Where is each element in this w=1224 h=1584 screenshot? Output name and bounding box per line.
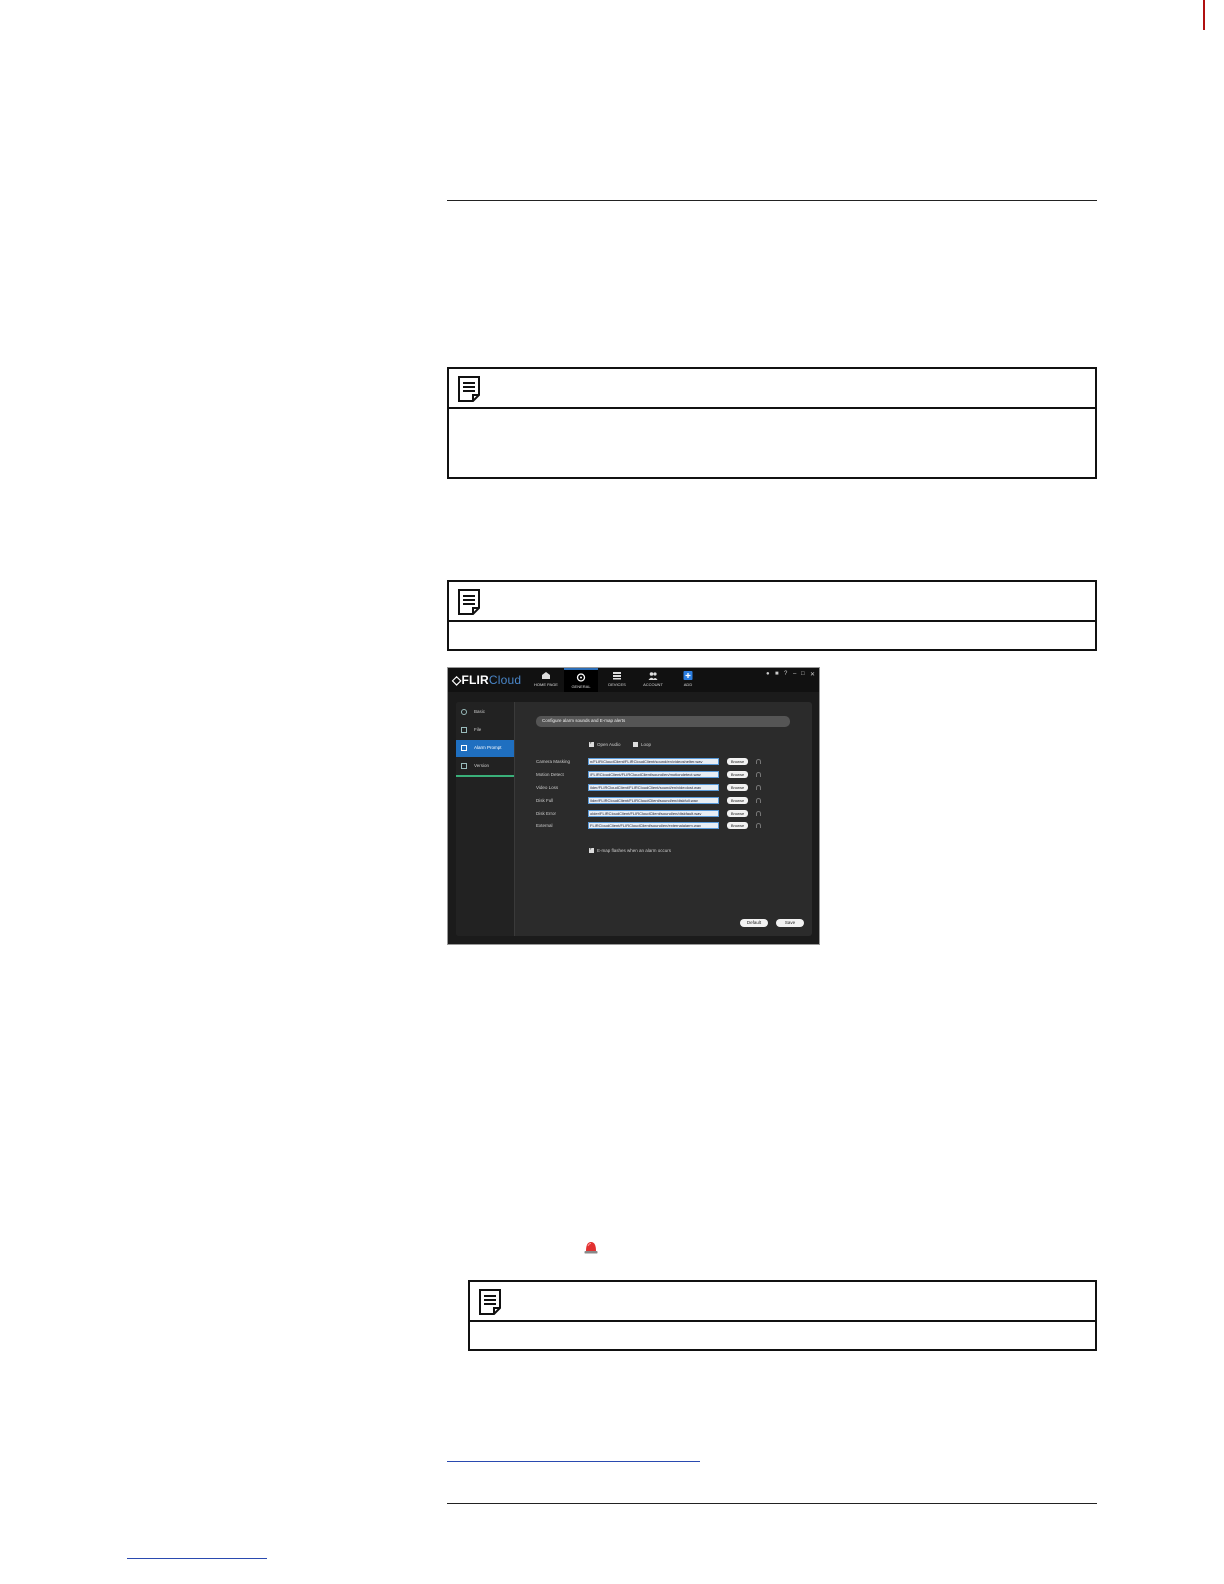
- note-header: [449, 369, 1095, 409]
- note-header: [449, 582, 1095, 622]
- users-icon: [648, 672, 658, 680]
- app-screenshot: ◇FLIRCloud HOME PAGE GENERAL DEVICES ACC…: [447, 667, 820, 945]
- note-box: [468, 1280, 1097, 1351]
- gear-icon: [576, 673, 586, 682]
- browse-button[interactable]: Browse: [727, 797, 748, 804]
- settings-icon: [461, 709, 467, 715]
- nav-devices[interactable]: DEVICES: [602, 668, 632, 692]
- alarm-row-label: Motion Detect: [536, 772, 564, 777]
- home-icon: [542, 672, 550, 679]
- note-header: [470, 1282, 1095, 1322]
- default-button[interactable]: Default: [740, 919, 768, 927]
- browse-button[interactable]: Browse: [727, 758, 748, 765]
- sound-path-field[interactable]: \lder/FLIRCloudClient/FLIRCloudClient/so…: [588, 797, 719, 804]
- sidebar-item-file[interactable]: File: [456, 722, 514, 739]
- sidebar-divider: [456, 775, 514, 777]
- sound-path-field[interactable]: ilder/FLIRCloudClient/FLIRCloudClient/so…: [588, 784, 719, 791]
- close-icon[interactable]: ✕: [810, 671, 815, 678]
- emap-flash-label: E-map flashes when an alarm occurs: [597, 848, 672, 853]
- headphones-icon[interactable]: [756, 772, 761, 777]
- app-top-bar: ◇FLIRCloud HOME PAGE GENERAL DEVICES ACC…: [448, 668, 819, 692]
- server-icon: [613, 672, 621, 680]
- sidebar-item-alarm-prompt[interactable]: Alarm Prompt: [456, 740, 514, 757]
- settings-panel: Basic File Alarm Prompt Version Configur…: [456, 702, 812, 936]
- open-audio-label: Open Audio: [597, 742, 621, 747]
- nav-label: ACCOUNT: [643, 682, 663, 687]
- sidebar-item-basic[interactable]: Basic: [456, 704, 514, 721]
- nav-account[interactable]: ACCOUNT: [638, 668, 668, 692]
- note-box: [447, 367, 1097, 479]
- loop-checkbox[interactable]: [633, 742, 638, 747]
- image-icon: [461, 727, 467, 733]
- loop-label: Loop: [641, 742, 652, 747]
- nav-label: ADD: [683, 682, 693, 687]
- note-icon: [479, 1289, 501, 1315]
- link-underline[interactable]: [447, 1461, 700, 1462]
- sidebar-item-label: Alarm Prompt: [474, 745, 502, 750]
- nav-label: GENERAL: [571, 684, 591, 689]
- maximize-icon[interactable]: □: [801, 671, 805, 677]
- header-rule: [447, 200, 1097, 201]
- nav-general[interactable]: GENERAL: [564, 668, 598, 692]
- headphones-icon[interactable]: [756, 798, 761, 803]
- headphones-icon[interactable]: [756, 759, 761, 764]
- sound-path-field[interactable]: /FLIRCloudClient/FLIRCloudClient/sound/e…: [588, 771, 719, 778]
- sidebar-item-label: Basic: [474, 709, 486, 714]
- margin-marker: [1203, 0, 1205, 30]
- info-icon: [461, 763, 467, 769]
- help-icon[interactable]: ?: [784, 671, 787, 677]
- minimize-icon[interactable]: –: [793, 671, 796, 677]
- sound-path-field[interactable]: older/FLIRCloudClient/FLIRCloudClient/so…: [588, 810, 719, 817]
- sidebar-item-version[interactable]: Version: [456, 758, 514, 775]
- alarm-row-label: Disk Full: [536, 798, 554, 803]
- flir-cloud-logo: ◇FLIRCloud: [452, 673, 522, 687]
- save-button[interactable]: Save: [776, 919, 804, 927]
- user-icon[interactable]: ●: [766, 671, 770, 677]
- link-underline[interactable]: [127, 1558, 267, 1559]
- sidebar-item-label: File: [474, 727, 482, 732]
- section-header: Configure alarm sounds and E-map alerts: [536, 716, 790, 727]
- sound-path-field[interactable]: n/FLIR/CloudClient/FLIRCloudClient/sound…: [588, 758, 719, 765]
- nav-home[interactable]: HOME PAGE: [530, 668, 562, 692]
- plus-icon: [683, 671, 693, 680]
- note-icon: [458, 589, 480, 615]
- note-icon: [458, 376, 480, 402]
- nav-add[interactable]: ADD: [676, 668, 700, 692]
- note-box: [447, 580, 1097, 651]
- warning-icon: [461, 745, 467, 751]
- open-audio-checkbox[interactable]: [589, 740, 594, 747]
- alarm-row-label: Disk Error: [536, 811, 556, 816]
- headphones-icon[interactable]: [756, 823, 761, 828]
- lock-icon[interactable]: ■: [775, 671, 779, 677]
- sidebar-item-label: Version: [474, 763, 490, 768]
- nav-label: HOME PAGE: [534, 682, 558, 687]
- browse-button[interactable]: Browse: [727, 771, 748, 778]
- headphones-icon[interactable]: [756, 811, 761, 816]
- alarm-light-icon: [584, 1242, 598, 1254]
- browse-button[interactable]: Browse: [727, 822, 748, 829]
- emap-flash-checkbox[interactable]: [589, 846, 594, 853]
- browse-button[interactable]: Browse: [727, 810, 748, 817]
- alarm-row-label: Camera Masking: [536, 759, 571, 764]
- alarm-row-label: External: [536, 823, 553, 828]
- settings-sidebar: Basic File Alarm Prompt Version: [456, 702, 515, 936]
- alarm-row-label: Video Loss: [536, 785, 559, 790]
- headphones-icon[interactable]: [756, 785, 761, 790]
- sound-path-field[interactable]: FLIRCloudClient/FLIRCloudClient/sound/en…: [588, 822, 719, 829]
- footer-rule: [447, 1503, 1097, 1504]
- browse-button[interactable]: Browse: [727, 784, 748, 791]
- nav-label: DEVICES: [608, 682, 626, 687]
